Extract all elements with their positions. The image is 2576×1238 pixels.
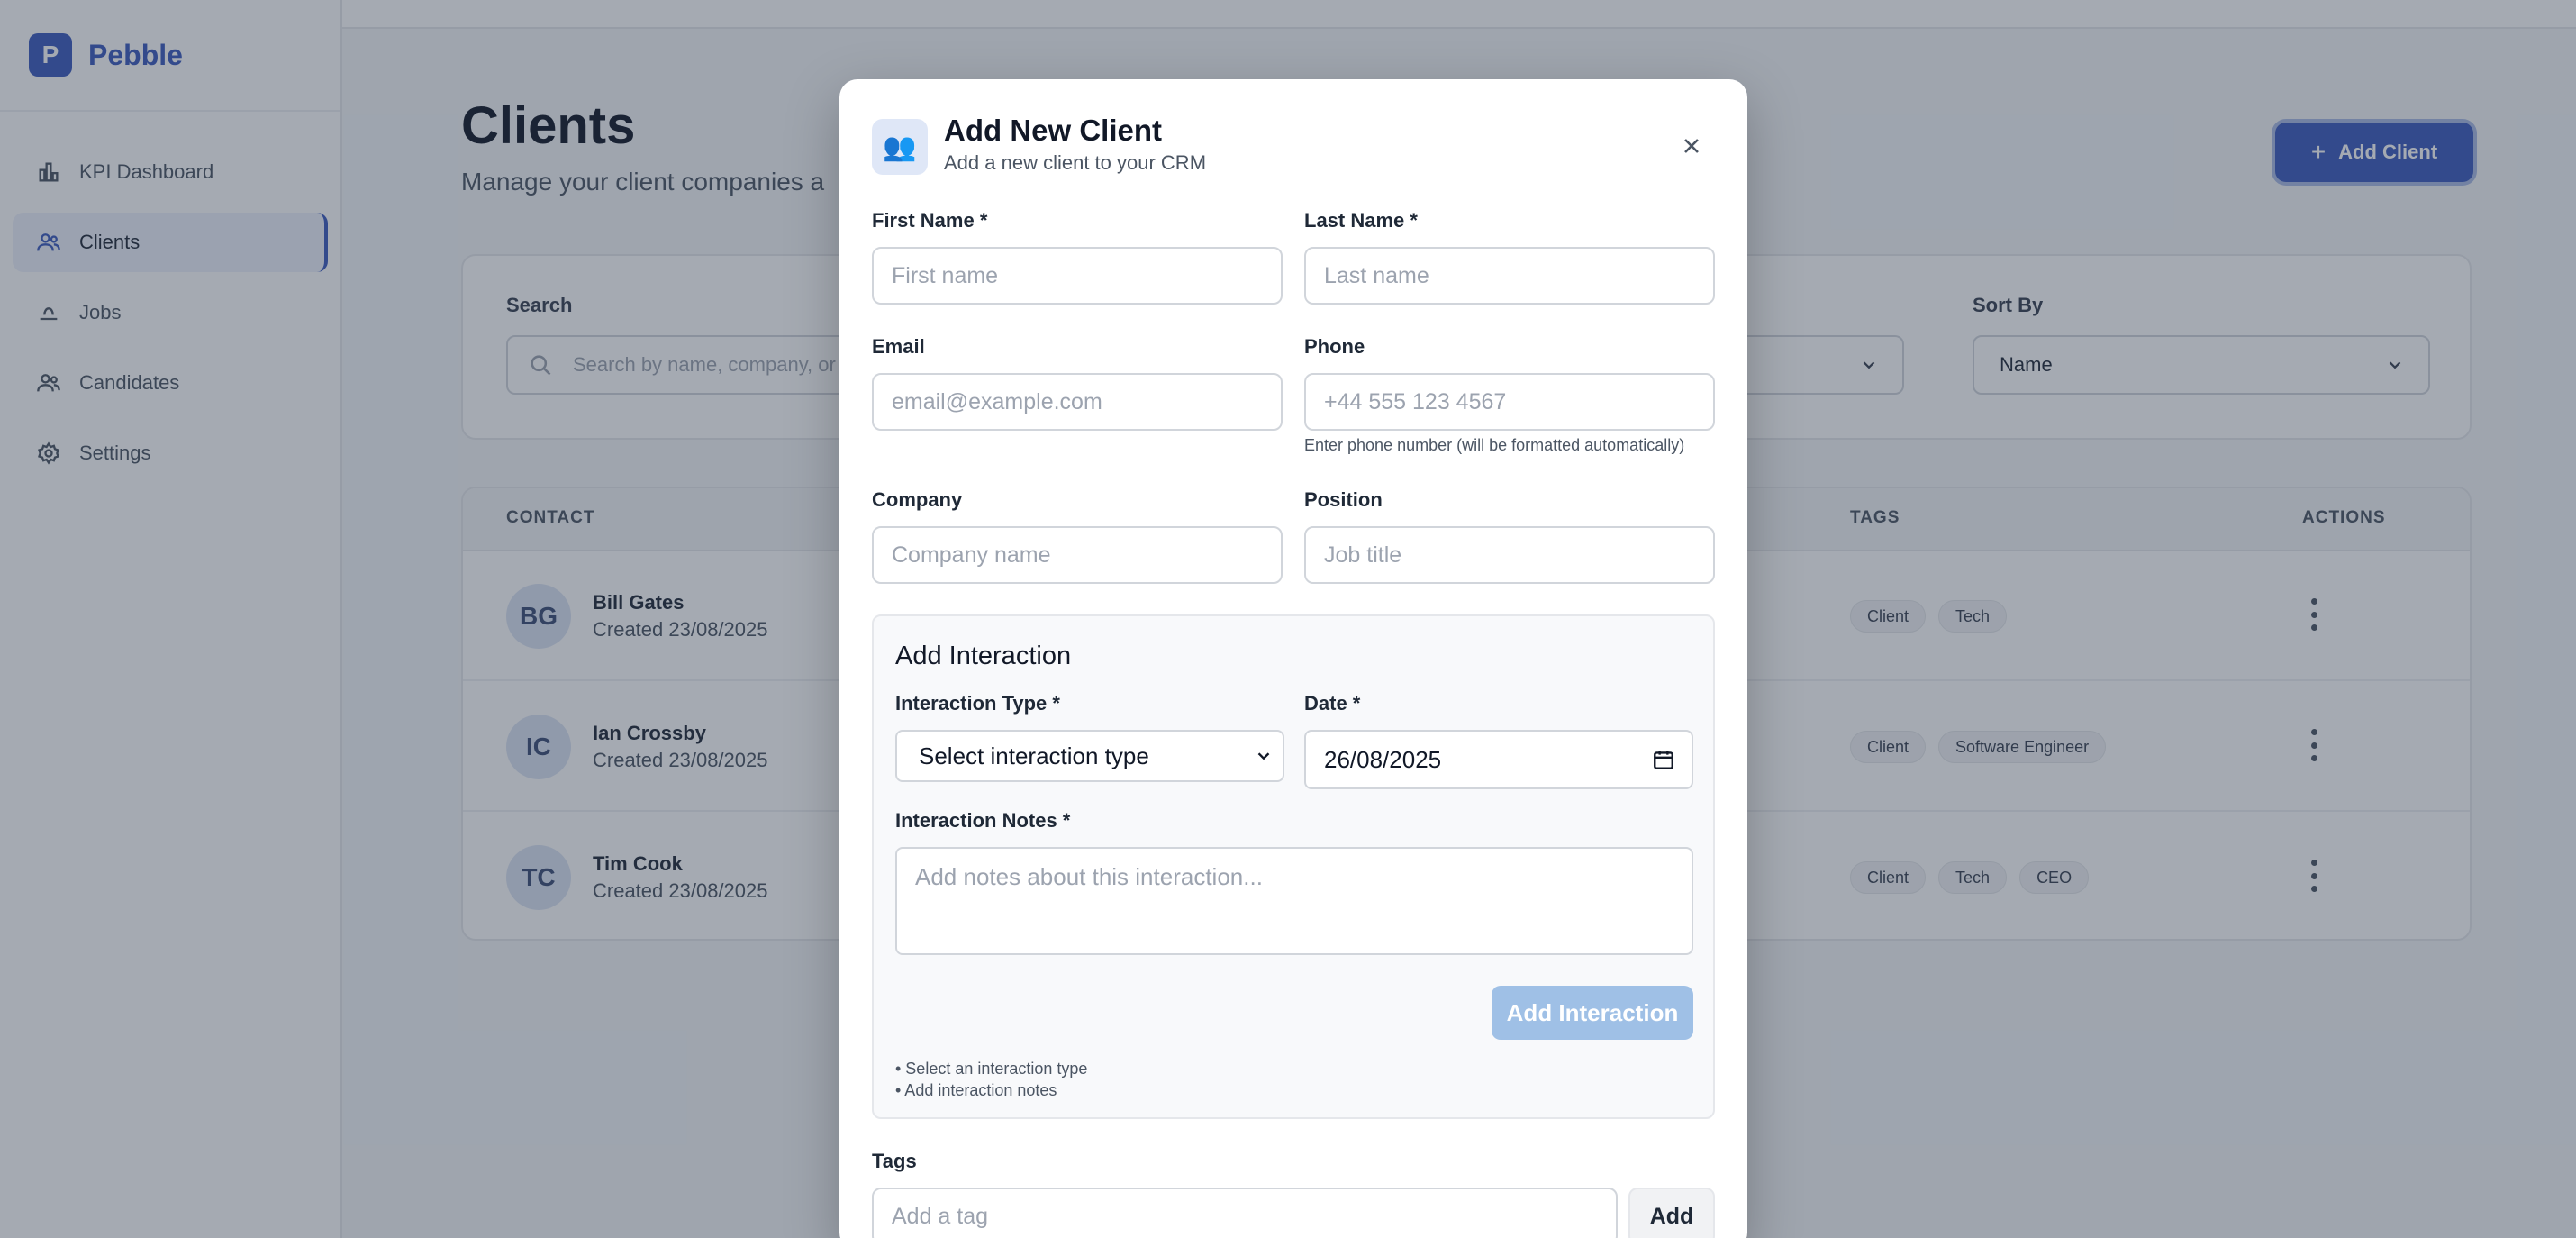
close-icon[interactable] xyxy=(1675,130,1708,162)
first-name-field[interactable] xyxy=(872,247,1283,305)
tag-placeholder: Add a tag xyxy=(892,1203,989,1229)
interaction-title: Add Interaction xyxy=(895,642,1072,670)
modal-subtitle: Add a new client to your CRM xyxy=(944,151,1207,174)
email-field[interactable] xyxy=(872,373,1283,431)
interaction-notes-textarea[interactable]: Add notes about this interaction... xyxy=(895,847,1693,955)
date-value: 26/08/2025 xyxy=(1324,745,1442,773)
interaction-type-label: Interaction Type * xyxy=(895,692,1060,715)
users-emoji-icon: 👥 xyxy=(872,119,928,175)
requirement-item: • Select an interaction type xyxy=(895,1060,1088,1078)
tags-label: Tags xyxy=(872,1150,917,1172)
interaction-notes-label: Interaction Notes * xyxy=(895,809,1071,832)
last-name-field[interactable] xyxy=(1304,247,1715,305)
notes-placeholder: Add notes about this interaction... xyxy=(915,863,1263,890)
phone-hint: Enter phone number (will be formatted au… xyxy=(1304,436,1685,454)
tag-input[interactable]: Add a tag xyxy=(872,1188,1618,1238)
company-label: Company xyxy=(872,488,963,511)
modal-title: Add New Client xyxy=(944,114,1163,147)
add-interaction-panel: Add Interaction Interaction Type * Selec… xyxy=(872,614,1715,1119)
interaction-type-select[interactable]: Select interaction type xyxy=(895,730,1284,782)
email-label: Email xyxy=(872,335,925,358)
requirement-item: • Add interaction notes xyxy=(895,1081,1057,1099)
calendar-icon[interactable] xyxy=(1652,748,1675,771)
add-client-modal: 👥 Add New Client Add a new client to you… xyxy=(839,79,1747,1238)
interaction-type-value: Select interaction type xyxy=(919,742,1149,769)
phone-field[interactable] xyxy=(1304,373,1715,431)
first-name-label: First Name * xyxy=(872,209,988,232)
company-field[interactable] xyxy=(872,526,1283,584)
add-tag-button[interactable]: Add xyxy=(1628,1188,1715,1238)
last-name-label: Last Name * xyxy=(1304,209,1418,232)
date-input[interactable]: 26/08/2025 xyxy=(1304,730,1693,789)
chevron-down-icon xyxy=(1257,752,1270,760)
date-label: Date * xyxy=(1304,692,1361,715)
position-field[interactable] xyxy=(1304,526,1715,584)
phone-label: Phone xyxy=(1304,335,1365,358)
position-label: Position xyxy=(1304,488,1383,511)
add-interaction-button[interactable]: Add Interaction xyxy=(1492,986,1693,1040)
